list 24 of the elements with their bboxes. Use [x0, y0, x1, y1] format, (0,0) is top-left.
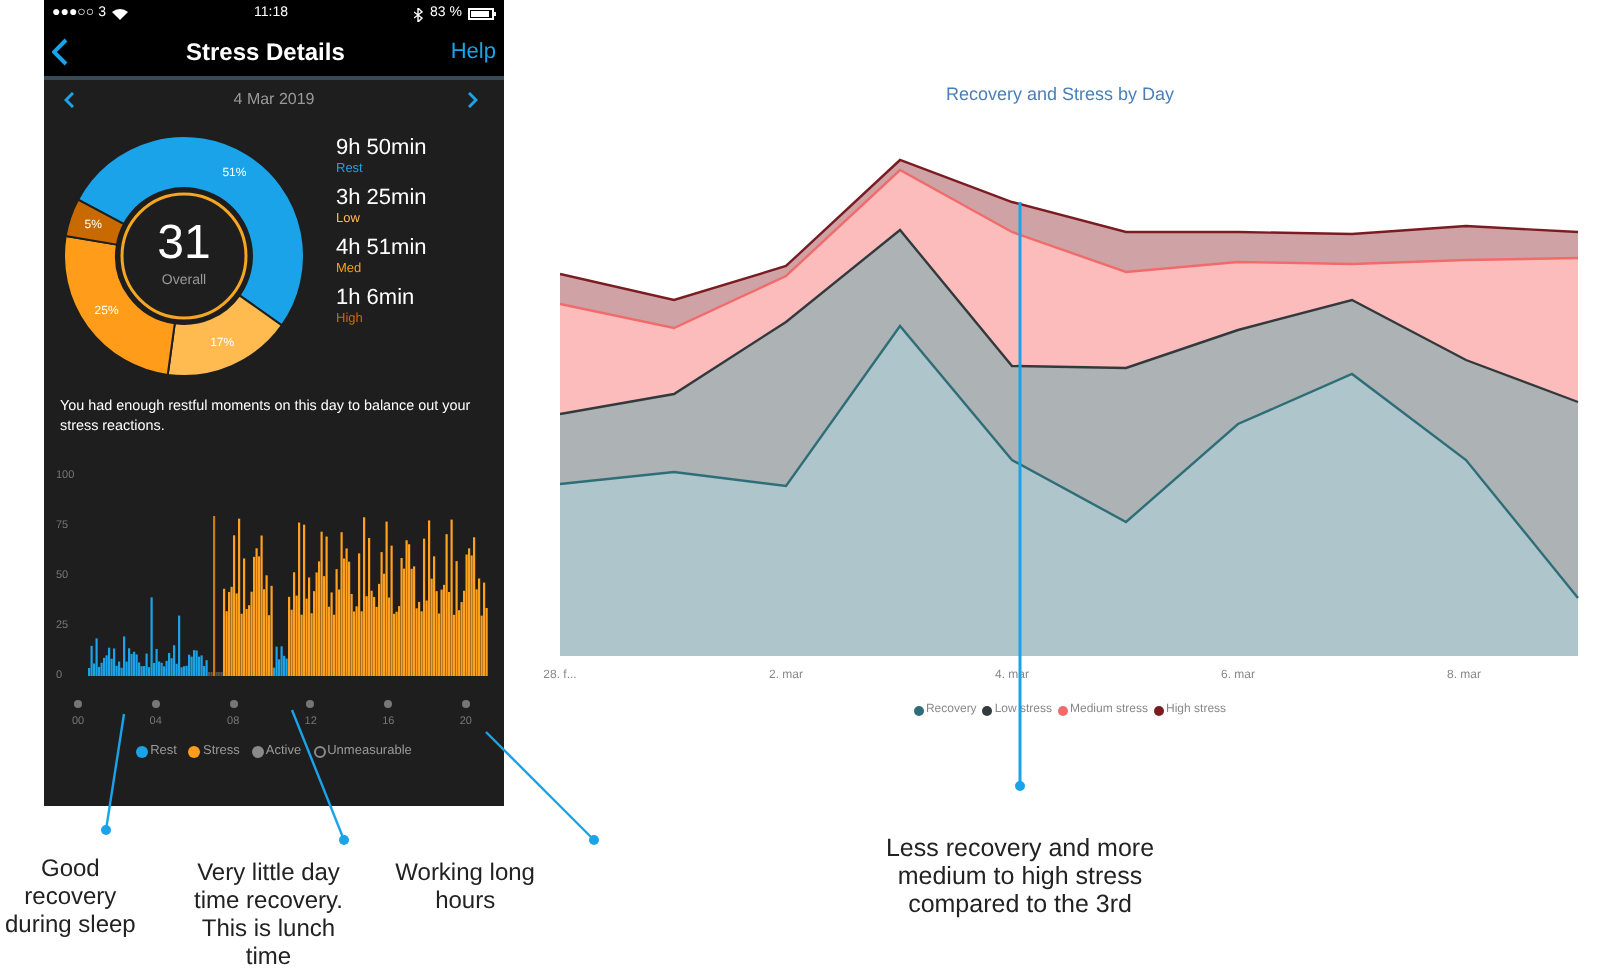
annotation-text: Very little day time recovery. This is lunch time — [192, 858, 345, 970]
bluetooth-icon — [414, 7, 425, 21]
help-button[interactable]: Help — [450, 35, 496, 69]
left-chevron-icon — [64, 92, 74, 108]
wifi-icon — [111, 8, 128, 20]
stat-duration: 1h 6min — [336, 286, 417, 312]
leader-line — [485, 731, 599, 845]
screen-title: Stress Details — [185, 36, 345, 70]
annotation-text: Working long hours — [393, 858, 537, 918]
previous-day-button[interactable] — [64, 90, 80, 110]
right-chevron-icon — [468, 92, 478, 108]
battery-icon — [467, 8, 496, 20]
chart-title: Recovery and Stress by Day — [945, 82, 1175, 108]
stat-duration: 3h 25min — [336, 186, 427, 212]
stat-duration: 4h 51min — [336, 236, 427, 262]
annotation-text: Good recovery during sleep — [2, 854, 138, 942]
next-day-button[interactable] — [468, 90, 484, 110]
back-chevron-icon — [52, 38, 68, 66]
score-ring — [120, 192, 248, 320]
annotation-text: Less recovery and more medium to high stress compared to the 3rd — [883, 833, 1157, 917]
stat-duration: 9h 50min — [336, 136, 427, 162]
leader-line — [101, 713, 126, 835]
stress-score: 31 — [157, 219, 211, 268]
date-label: 4 Mar 2019 — [233, 88, 315, 112]
